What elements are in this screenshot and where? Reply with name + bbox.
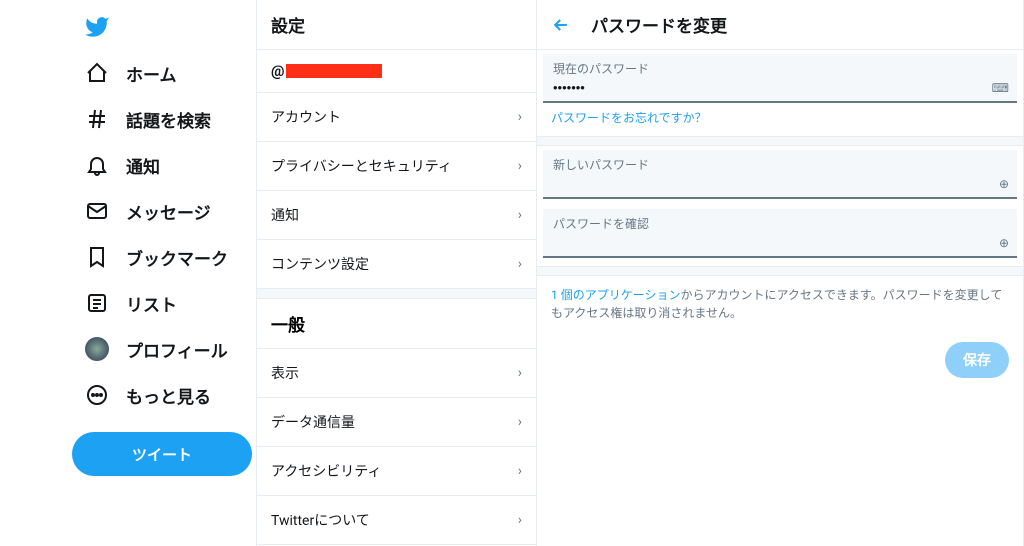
- bird-icon: [84, 14, 110, 40]
- nav-lists[interactable]: リスト: [72, 280, 256, 326]
- settings-privacy[interactable]: プライバシーとセキュリティ ›: [257, 142, 536, 191]
- menu-label: コンテンツ設定: [271, 254, 369, 274]
- key-icon: ⊕: [999, 236, 1009, 250]
- nav-label: もっと見る: [126, 383, 211, 408]
- nav-label: ホーム: [126, 61, 177, 86]
- detail-column: パスワードを変更 現在のパスワード ⌨ パスワードをお忘れですか？ 新しいパスワ…: [536, 0, 1024, 546]
- mail-icon: [84, 198, 110, 224]
- sidebar: ホーム 話題を検索 通知 メッセージ ブックマーク リスト プロフィール もっと…: [0, 0, 256, 546]
- handle-prefix: @: [271, 62, 284, 80]
- divider: [537, 266, 1023, 276]
- divider: [537, 136, 1023, 146]
- settings-content[interactable]: コンテンツ設定 ›: [257, 240, 536, 289]
- field-label: 現在のパスワード: [553, 60, 1007, 77]
- home-icon: [84, 60, 110, 86]
- general-header: 一般: [257, 299, 536, 349]
- menu-label: プライバシーとセキュリティ: [271, 156, 452, 176]
- settings-account[interactable]: アカウント ›: [257, 93, 536, 142]
- avatar-icon: [84, 336, 110, 362]
- chevron-right-icon: ›: [518, 463, 522, 479]
- nav-label: プロフィール: [126, 337, 228, 362]
- settings-accessibility[interactable]: アクセシビリティ ›: [257, 447, 536, 496]
- divider: [257, 289, 536, 299]
- nav-label: リスト: [126, 291, 177, 316]
- save-row: 保存: [537, 332, 1023, 388]
- arrow-left-icon: [551, 15, 571, 35]
- nav-explore[interactable]: 話題を検索: [72, 96, 256, 142]
- more-icon: [84, 382, 110, 408]
- new-password-input[interactable]: [553, 174, 1007, 193]
- settings-notifications[interactable]: 通知 ›: [257, 191, 536, 240]
- current-password-input[interactable]: [553, 78, 1007, 97]
- nav-label: ブックマーク: [126, 245, 228, 270]
- menu-label: アクセシビリティ: [271, 461, 381, 481]
- nav-more[interactable]: もっと見る: [72, 372, 256, 418]
- field-label: 新しいパスワード: [553, 156, 1007, 173]
- key-icon: ⊕: [999, 177, 1009, 191]
- chevron-right-icon: ›: [518, 207, 522, 223]
- settings-display[interactable]: 表示 ›: [257, 349, 536, 398]
- list-icon: [84, 290, 110, 316]
- nav-profile[interactable]: プロフィール: [72, 326, 256, 372]
- menu-label: Twitterについて: [271, 510, 370, 530]
- bell-icon: [84, 152, 110, 178]
- nav-bookmarks[interactable]: ブックマーク: [72, 234, 256, 280]
- detail-title: パスワードを変更: [591, 12, 727, 37]
- nav-notifications[interactable]: 通知: [72, 142, 256, 188]
- nav-messages[interactable]: メッセージ: [72, 188, 256, 234]
- chevron-right-icon: ›: [518, 109, 522, 125]
- bookmark-icon: [84, 244, 110, 270]
- chevron-right-icon: ›: [518, 365, 522, 381]
- handle-row: @: [257, 50, 536, 93]
- twitter-logo[interactable]: [72, 8, 256, 46]
- apps-info: 1 個のアプリケーションからアカウントにアクセスできます。パスワードを変更しても…: [537, 276, 1023, 332]
- confirm-password-field[interactable]: パスワードを確認 ⊕: [543, 209, 1017, 258]
- forgot-password-link[interactable]: パスワードをお忘れですか？: [537, 103, 721, 136]
- handle-redacted: [286, 64, 382, 78]
- nav-home[interactable]: ホーム: [72, 50, 256, 96]
- detail-header: パスワードを変更: [537, 0, 1023, 50]
- current-password-field[interactable]: 現在のパスワード ⌨: [543, 54, 1017, 103]
- save-button[interactable]: 保存: [945, 342, 1009, 378]
- keyboard-icon: ⌨: [992, 81, 1009, 95]
- menu-label: データ通信量: [271, 412, 355, 432]
- chevron-right-icon: ›: [518, 414, 522, 430]
- hash-icon: [84, 106, 110, 132]
- settings-title: 設定: [257, 0, 536, 50]
- menu-label: 通知: [271, 205, 299, 225]
- tweet-button[interactable]: ツイート: [72, 432, 252, 476]
- field-label: パスワードを確認: [553, 215, 1007, 232]
- settings-column: 設定 @ アカウント › プライバシーとセキュリティ › 通知 › コンテンツ設…: [256, 0, 536, 546]
- nav-label: 通知: [126, 153, 160, 178]
- settings-about[interactable]: Twitterについて ›: [257, 496, 536, 545]
- settings-data[interactable]: データ通信量 ›: [257, 398, 536, 447]
- nav-label: メッセージ: [126, 199, 211, 224]
- apps-link[interactable]: 1 個のアプリケーション: [551, 288, 680, 302]
- new-password-field[interactable]: 新しいパスワード ⊕: [543, 150, 1017, 199]
- chevron-right-icon: ›: [518, 158, 522, 174]
- menu-label: アカウント: [271, 107, 341, 127]
- back-button[interactable]: [551, 15, 571, 35]
- chevron-right-icon: ›: [518, 256, 522, 272]
- confirm-password-input[interactable]: [553, 233, 1007, 252]
- menu-label: 表示: [271, 363, 299, 383]
- chevron-right-icon: ›: [518, 512, 522, 528]
- nav-label: 話題を検索: [126, 107, 211, 132]
